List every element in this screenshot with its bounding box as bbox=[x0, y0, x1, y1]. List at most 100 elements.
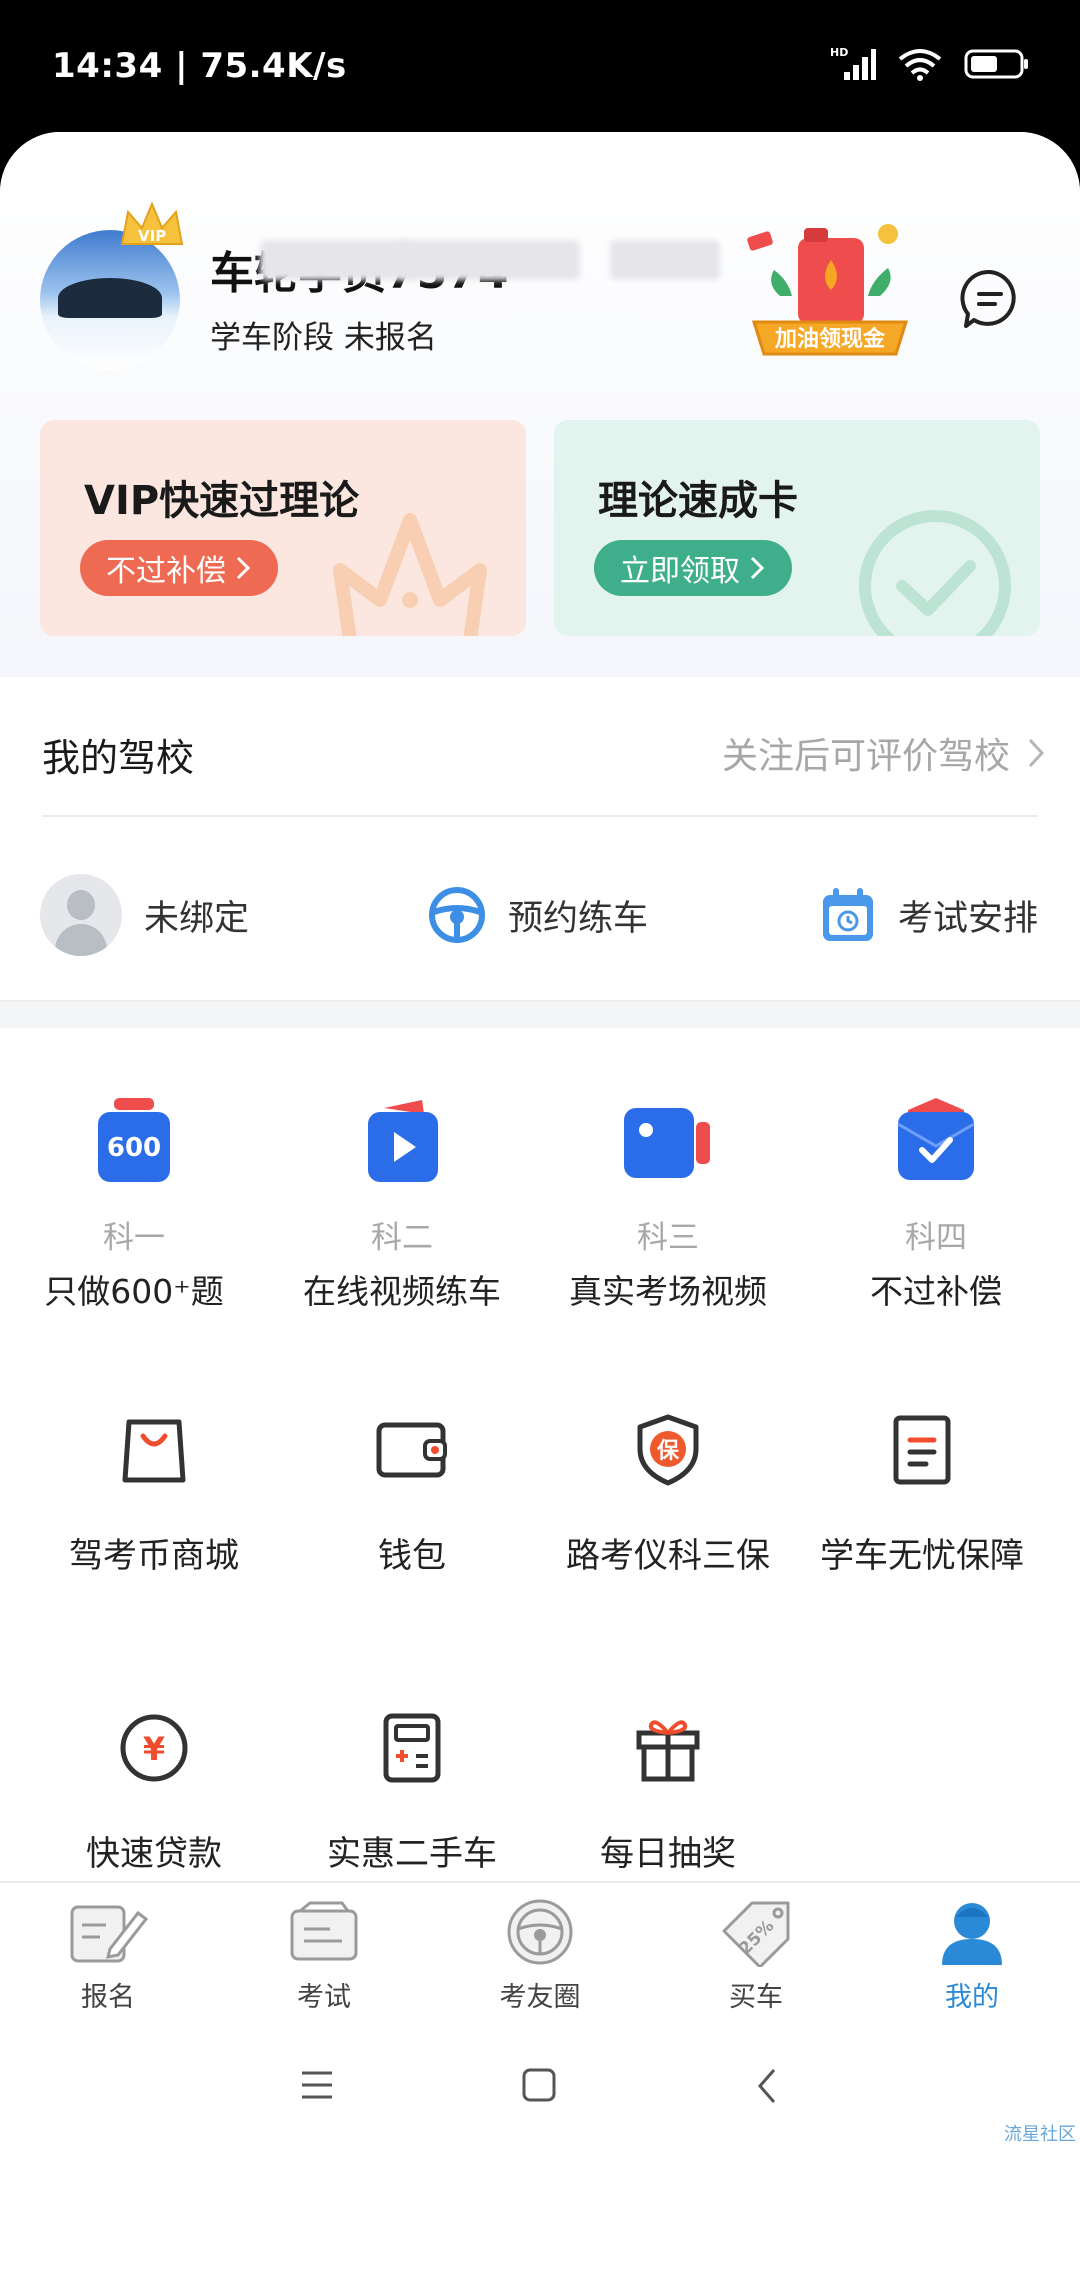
tab-label: 报名 bbox=[81, 1982, 135, 2013]
subject-four[interactable]: 科四 不过补偿 bbox=[802, 1092, 1070, 1313]
avatar-trees bbox=[58, 278, 162, 318]
username-blur bbox=[260, 240, 410, 280]
vip-card-button[interactable]: 不过补偿 bbox=[80, 540, 278, 596]
guarantee-envelope-icon bbox=[897, 1098, 975, 1180]
vip-card-button-label: 不过补偿 bbox=[106, 554, 226, 589]
fuel-cash-promo[interactable]: 加油领现金 bbox=[740, 214, 920, 364]
tab-signup[interactable]: 报名 bbox=[28, 1897, 188, 2014]
subject-title: 在线视频练车 bbox=[303, 1272, 501, 1311]
community-icon bbox=[507, 1899, 573, 1965]
message-icon[interactable] bbox=[960, 268, 1020, 330]
calendar-icon bbox=[823, 888, 873, 941]
vip-badge-text: VIP bbox=[138, 227, 166, 245]
tab-label: 考试 bbox=[297, 1982, 351, 2013]
service-label: 路考仪科三保 bbox=[566, 1536, 770, 1576]
watermark: 流星社区 bbox=[1004, 2124, 1076, 2145]
tab-me[interactable]: 我的 bbox=[892, 1897, 1052, 2014]
crown-watermark-icon bbox=[333, 513, 487, 636]
vip-theory-card[interactable]: VIP快速过理论 不过补偿 bbox=[40, 420, 526, 636]
daily-lottery[interactable]: 每日抽奖 bbox=[534, 1700, 802, 1875]
shield-icon-text: 保 bbox=[656, 1439, 680, 1464]
exam-insurance[interactable]: 保 路考仪科三保 bbox=[534, 1402, 802, 1577]
yen-icon-text: ¥ bbox=[143, 1730, 165, 1768]
signup-icon bbox=[70, 1905, 149, 1963]
quick-loan[interactable]: ¥ 快速贷款 bbox=[20, 1700, 288, 1875]
book-practice[interactable]: 预约练车 bbox=[428, 872, 648, 958]
video-camera-icon bbox=[624, 1108, 710, 1178]
rate-school-label: 关注后可评价驾校 bbox=[721, 736, 1010, 777]
profile-header: VIP 车轮学员7574 学车阶段 未报名 加油领现金 bbox=[0, 132, 1080, 677]
system-nav-bar: 流星社区 bbox=[0, 2018, 1080, 2148]
chevron-right-icon bbox=[1028, 738, 1044, 768]
wallet[interactable]: 钱包 bbox=[278, 1402, 546, 1577]
profile-icon bbox=[942, 1903, 1002, 1965]
subject-label: 科三 bbox=[637, 1220, 699, 1256]
exam-icon bbox=[290, 1901, 358, 1961]
question-bank-icon: 600 bbox=[98, 1098, 170, 1182]
service-label: 每日抽奖 bbox=[600, 1834, 736, 1874]
document-icon bbox=[893, 1415, 951, 1485]
learning-stage: 学车阶段 未报名 bbox=[210, 320, 437, 356]
theory-crash-card[interactable]: 理论速成卡 立即领取 bbox=[554, 420, 1040, 636]
question-count-badge: 600 bbox=[107, 1133, 161, 1163]
username-blur bbox=[610, 240, 720, 280]
service-label: 钱包 bbox=[378, 1536, 446, 1576]
divider bbox=[42, 815, 1038, 817]
tab-buy-car[interactable]: 25% 买车 bbox=[676, 1897, 836, 2014]
subject-title: 不过补偿 bbox=[870, 1272, 1002, 1311]
status-bar: 14:34 | 75.4K/s HD bbox=[0, 0, 1080, 135]
exam-schedule-label: 考试安排 bbox=[898, 898, 1039, 939]
tab-label: 买车 bbox=[729, 1982, 783, 2013]
theory-card-button-label: 立即领取 bbox=[620, 554, 740, 589]
buy-car-icon: 25% bbox=[722, 1901, 790, 1969]
menu-icon[interactable] bbox=[300, 2070, 334, 2100]
tab-label: 考友圈 bbox=[499, 1982, 581, 2013]
wifi-icon bbox=[898, 49, 942, 81]
theory-card-title: 理论速成卡 bbox=[598, 478, 798, 524]
signal-icon: HD bbox=[830, 46, 876, 80]
tab-community[interactable]: 考友圈 bbox=[460, 1897, 620, 2014]
app-screen: 14:34 | 75.4K/s HD VIP 学车阶段 未报名 加油领现金 VI… bbox=[0, 0, 1080, 2280]
check-watermark-icon bbox=[859, 510, 1011, 636]
subject-label: 科四 bbox=[905, 1220, 967, 1256]
subject-title: 只做600⁺题 bbox=[44, 1272, 224, 1311]
battery-icon bbox=[964, 49, 1028, 79]
service-label: 快速贷款 bbox=[86, 1834, 222, 1874]
coach-avatar bbox=[40, 874, 122, 956]
subject-three[interactable]: 科三 真实考场视频 bbox=[534, 1092, 802, 1313]
coach-unbound[interactable]: 未绑定 bbox=[40, 872, 249, 958]
tab-label: 我的 bbox=[945, 1982, 999, 2013]
rate-school-link[interactable]: 关注后可评价驾校 bbox=[722, 727, 1044, 779]
my-school-title: 我的驾校 bbox=[42, 736, 195, 780]
username-blur bbox=[400, 240, 580, 280]
book-practice-label: 预约练车 bbox=[508, 898, 649, 939]
theory-card-button[interactable]: 立即领取 bbox=[594, 540, 792, 596]
service-label: 学车无忧保障 bbox=[820, 1536, 1024, 1576]
calculator-icon bbox=[383, 1713, 441, 1783]
section-gap bbox=[0, 1000, 1080, 1028]
vip-crown-icon: VIP bbox=[120, 201, 184, 245]
subject-title: 真实考场视频 bbox=[569, 1272, 767, 1311]
exam-schedule[interactable]: 考试安排 bbox=[820, 872, 1038, 958]
subject-one[interactable]: 600 科一 只做600⁺题 bbox=[0, 1092, 268, 1313]
home-icon[interactable] bbox=[522, 2068, 556, 2102]
coach-unbound-label: 未绑定 bbox=[144, 898, 250, 939]
status-icons: HD bbox=[830, 46, 1030, 82]
worry-free-guarantee[interactable]: 学车无忧保障 bbox=[788, 1402, 1056, 1577]
subject-label: 科二 bbox=[371, 1220, 433, 1256]
steering-wheel-icon bbox=[429, 887, 485, 943]
service-label: 驾考币商城 bbox=[69, 1536, 239, 1576]
service-label: 实惠二手车 bbox=[327, 1834, 497, 1874]
used-car[interactable]: 实惠二手车 bbox=[278, 1700, 546, 1875]
tab-exam[interactable]: 考试 bbox=[244, 1897, 404, 2014]
back-icon[interactable] bbox=[756, 2068, 778, 2104]
coin-mall[interactable]: 驾考币商城 bbox=[20, 1402, 288, 1577]
shield-icon: 保 bbox=[637, 1414, 699, 1486]
network-badge: HD bbox=[830, 46, 848, 59]
subject-two[interactable]: 科二 在线视频练车 bbox=[268, 1092, 536, 1313]
chevron-right-icon bbox=[750, 556, 764, 580]
wallet-icon bbox=[376, 1422, 447, 1478]
yen-coin-icon: ¥ bbox=[120, 1714, 188, 1782]
status-time: 14:34 | 75.4K/s bbox=[52, 46, 347, 86]
vip-card-title: VIP快速过理论 bbox=[84, 478, 360, 524]
